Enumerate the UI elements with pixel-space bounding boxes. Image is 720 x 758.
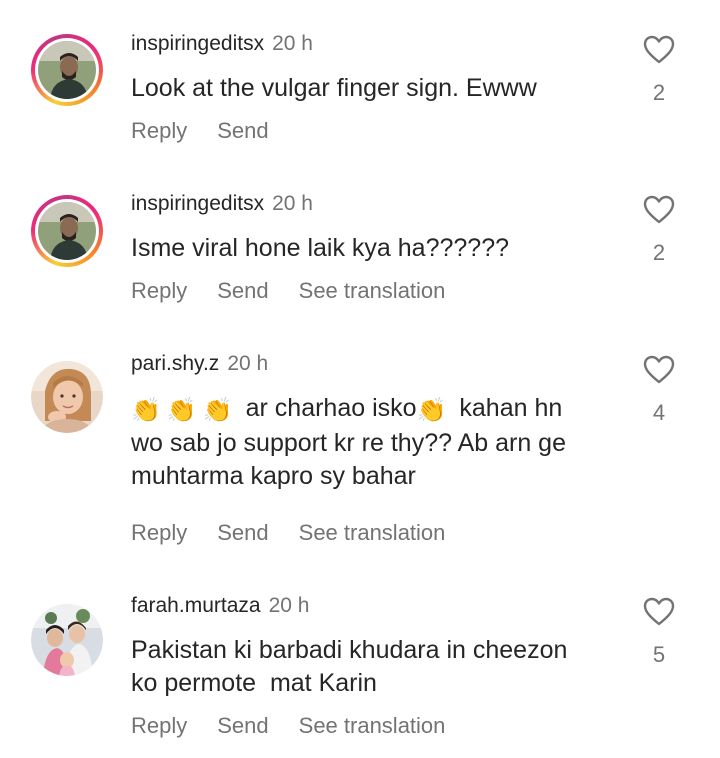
username[interactable]: farah.murtaza xyxy=(131,594,261,617)
comment-actions: Reply Send See translation xyxy=(131,520,475,546)
comment-text: Look at the vulgar finger sign. Ewww xyxy=(131,74,537,102)
reply-button[interactable]: Reply xyxy=(131,118,187,144)
heart-outline-icon[interactable] xyxy=(643,195,675,225)
comment-header: pari.shy.z 20 h xyxy=(131,352,268,376)
comment-text-line: 👏 👏 👏 ar charhao isko👏 kahan hn xyxy=(131,392,621,427)
clapping-hands-emoji: 👏 xyxy=(416,397,447,424)
comment-header: farah.murtaza 20 h xyxy=(131,594,309,618)
heart-outline-icon[interactable] xyxy=(643,35,675,65)
comment-actions: Reply Send See translation xyxy=(131,278,475,304)
profile-photo xyxy=(38,41,96,99)
reply-button[interactable]: Reply xyxy=(131,713,187,739)
clapping-hands-emoji: 👏 xyxy=(166,397,197,424)
like-count: 4 xyxy=(652,400,666,425)
timestamp: 20 h xyxy=(272,32,313,55)
reply-button[interactable]: Reply xyxy=(131,278,187,304)
see-translation-button[interactable]: See translation xyxy=(299,713,446,739)
send-button[interactable]: Send xyxy=(217,118,268,144)
like-count: 5 xyxy=(652,642,666,667)
see-translation-button[interactable]: See translation xyxy=(299,278,446,304)
timestamp: 20 h xyxy=(227,352,269,375)
timestamp: 20 h xyxy=(272,192,313,215)
username[interactable]: pari.shy.z xyxy=(131,352,219,375)
comment-header: inspiringeditsx 20 h xyxy=(131,192,313,216)
comment-text-line: Pakistan ki barbadi khudara in cheezon xyxy=(131,636,568,664)
timestamp: 20 h xyxy=(268,594,310,617)
comment-actions: Reply Send See translation xyxy=(131,713,475,739)
clapping-hands-emoji: 👏 xyxy=(131,397,161,424)
avatar[interactable] xyxy=(31,604,103,676)
comment-text: Pakistan ki barbadi khudara in cheezon k… xyxy=(131,634,621,700)
comment-text: 👏 👏 👏 ar charhao isko👏 kahan hn wo sab jo … xyxy=(131,392,621,493)
reply-button[interactable]: Reply xyxy=(131,520,187,546)
profile-photo xyxy=(31,604,103,676)
profile-photo xyxy=(31,361,103,433)
comment-text-line: ko permote mat Karin xyxy=(131,669,377,697)
like-count: 2 xyxy=(652,240,666,265)
avatar[interactable] xyxy=(31,34,103,106)
heart-outline-icon[interactable] xyxy=(643,355,675,385)
send-button[interactable]: Send xyxy=(217,278,268,304)
avatar[interactable] xyxy=(31,361,103,433)
username[interactable]: inspiringeditsx xyxy=(131,32,264,55)
comment-text-line: muhtarma kapro sy bahar xyxy=(131,462,416,490)
profile-photo xyxy=(38,202,96,260)
see-translation-button[interactable]: See translation xyxy=(299,520,446,546)
username[interactable]: inspiringeditsx xyxy=(131,192,264,215)
comment-text-line: wo sab jo support kr re thy?? Ab arn ge xyxy=(131,429,566,457)
send-button[interactable]: Send xyxy=(217,713,268,739)
heart-outline-icon[interactable] xyxy=(643,597,675,627)
like-count: 2 xyxy=(652,80,666,105)
comment-header: inspiringeditsx 20 h xyxy=(131,32,313,56)
send-button[interactable]: Send xyxy=(217,520,268,546)
clapping-hands-emoji: 👏 xyxy=(202,397,233,424)
comment-actions: Reply Send xyxy=(131,118,299,144)
comment-text: Isme viral hone laik kya ha?????? xyxy=(131,234,510,262)
avatar[interactable] xyxy=(31,195,103,267)
